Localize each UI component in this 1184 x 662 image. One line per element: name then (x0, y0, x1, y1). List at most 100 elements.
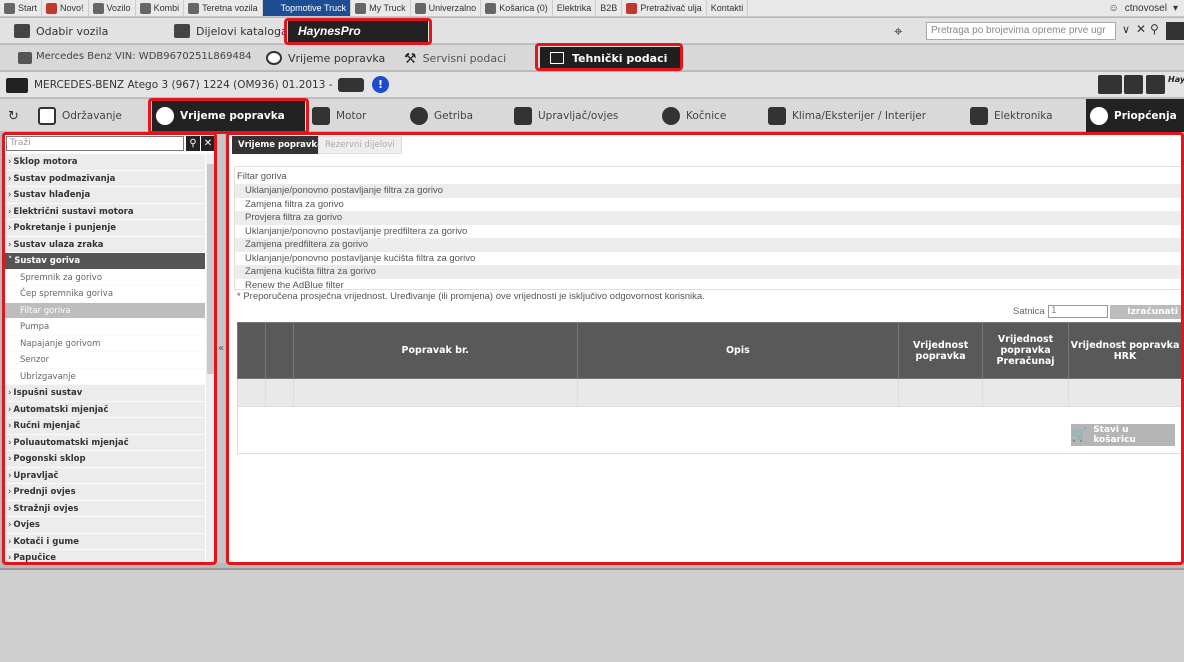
topnav-label: B2B (600, 3, 618, 13)
chevron-down-icon[interactable]: ∨ (1122, 23, 1130, 36)
sidebar-item[interactable]: › Pokretanje i punjenje (4, 220, 205, 237)
sidebar-search-input[interactable]: Traži (6, 136, 184, 151)
table-header[interactable] (264, 322, 294, 379)
sidebar-item[interactable]: › Ovjes (4, 517, 205, 534)
topnav-item-0[interactable]: Start (0, 0, 43, 16)
operation-item[interactable]: Zamjena kućišta filtra za gorivo (235, 265, 1181, 279)
category-motor[interactable]: Motor (312, 99, 366, 132)
operation-item[interactable]: Provjera filtra za gorivo (235, 211, 1181, 225)
table-row (237, 378, 1182, 407)
topnav-item-9[interactable]: Elektrika (553, 0, 597, 16)
topnav-item-3[interactable]: Kombi (136, 0, 185, 16)
engine-search-icon[interactable] (338, 78, 364, 92)
category-elektronika[interactable]: Elektronika (970, 99, 1053, 132)
sidebar-item[interactable]: › Prednji ovjes (4, 484, 205, 501)
email-icon[interactable] (1098, 75, 1122, 94)
operation-item[interactable]: Uklanjanje/ponovno postavljanje predfilt… (235, 225, 1181, 239)
grid-icon[interactable] (1146, 75, 1165, 94)
category-priopcenja[interactable]: Priopćenja (1086, 99, 1184, 132)
sidebar-item[interactable]: ˅ Sustav goriva (4, 253, 205, 270)
sidebar-item[interactable]: › Sustav ulaza zraka (4, 236, 205, 253)
search-icon[interactable]: ⚲ (186, 136, 200, 151)
vehicle-select-button[interactable]: Odabir vozila (14, 18, 108, 44)
tab-vrijeme-popravka[interactable]: Vrijeme popravka (232, 136, 329, 154)
sidebar-item-label: Sustav hlađenja (13, 190, 91, 200)
table-header[interactable] (237, 322, 266, 379)
sidebar-item[interactable]: › Automatski mjenjač (4, 401, 205, 418)
topnav-item-7[interactable]: Univerzalno (411, 0, 482, 16)
operation-item[interactable]: Zamjena predfiltera za gorivo (235, 238, 1181, 252)
table-header[interactable]: Vrijednost popravka (898, 322, 984, 379)
table-header[interactable]: Opis (576, 322, 900, 379)
sidebar-item[interactable]: Filtar goriva (4, 302, 205, 319)
scrollbar-thumb[interactable] (207, 164, 214, 374)
category-upravljac-ovjes[interactable]: Upravljač/ovjes (514, 99, 618, 132)
sidebar-item-label: Poluautomatski mjenjač (13, 437, 129, 448)
sidebar-item[interactable]: Čep spremnika goriva (4, 286, 205, 303)
haynespro-tab[interactable]: HaynesPro (288, 20, 428, 42)
topnav-item-8[interactable]: Košarica (0) (481, 0, 553, 16)
search-icon[interactable]: ⚲ (1150, 22, 1159, 36)
operation-item[interactable]: Zamjena filtra za gorivo (235, 198, 1181, 212)
target-icon[interactable]: ⌖ (894, 22, 902, 40)
technical-data-button[interactable]: Tehnički podaci (540, 47, 680, 69)
sidebar-item[interactable]: › Papučice (4, 550, 205, 562)
add-to-cart-button[interactable]: 🛒 Stavi u košaricu (1071, 424, 1175, 446)
sidebar-item[interactable]: Napajanje gorivom (4, 335, 205, 352)
topnav-item-5[interactable]: Topmotive Truck (262, 0, 352, 16)
clear-icon[interactable]: ✕ (1136, 22, 1146, 36)
sidebar-item[interactable]: Pumpa (4, 319, 205, 336)
topnav-item-11[interactable]: Pretraživač ulja (622, 0, 707, 16)
catalog-parts-button[interactable]: Dijelovi kataloga (174, 18, 288, 44)
equipment-search-input[interactable]: Pretraga po brojevima opreme prve ugr (926, 22, 1116, 40)
sidebar-item[interactable]: › Ispušni sustav (4, 385, 205, 402)
topnav-item-1[interactable]: Novo! (42, 0, 89, 16)
sidebar-item[interactable]: Ubrizgavanje (4, 368, 205, 385)
table-header[interactable]: Vrijednost popravka Preračunaj (982, 322, 1070, 379)
sidebar-item[interactable]: Senzor (4, 352, 205, 369)
sidebar-item[interactable]: › Sklop motora (4, 154, 205, 171)
topnav-item-12[interactable]: Kontakti (707, 0, 749, 16)
refresh-icon[interactable]: ↻ (8, 109, 19, 124)
close-icon[interactable]: ✕ (201, 136, 215, 151)
sidebar-scrollbar[interactable] (206, 154, 215, 562)
service-data-button[interactable]: ⚒ Servisni podaci (404, 45, 506, 71)
print-icon[interactable] (1124, 75, 1143, 94)
sidebar-item[interactable]: › Sustav hlađenja (4, 187, 205, 204)
sidebar-item[interactable]: › Ručni mjenjač (4, 418, 205, 435)
haynespro-logo-text: HaynesPro (298, 24, 361, 38)
sidebar-item-label: Kotači i gume (13, 536, 80, 547)
topnav-item-6[interactable]: My Truck (351, 0, 411, 16)
sidebar-item[interactable]: › Upravljač (4, 467, 205, 484)
category-odrzavanje[interactable]: Održavanje (38, 99, 122, 132)
sidebar-item[interactable]: › Poluautomatski mjenjač (4, 434, 205, 451)
table-header[interactable]: Popravak br. (292, 322, 578, 379)
sidebar-item[interactable]: › Kotači i gume (4, 533, 205, 550)
labor-rate-input[interactable]: 1 (1048, 305, 1108, 318)
sidebar-item[interactable]: Spremnik za gorivo (4, 269, 205, 286)
operation-item[interactable]: Renew the AdBlue filter (235, 279, 1181, 293)
sidebar-item[interactable]: › Stražnji ovjes (4, 500, 205, 517)
repair-times-button[interactable]: Vrijeme popravka (266, 45, 385, 71)
sidebar-item[interactable]: › Električni sustavi motora (4, 203, 205, 220)
table-header[interactable]: Vrijednost popravka HRK (1068, 322, 1182, 379)
calculate-button[interactable]: Izračunati (1110, 305, 1182, 319)
category-kocnice[interactable]: Kočnice (662, 99, 726, 132)
chevron-right-icon: › (8, 437, 12, 448)
sidebar-item[interactable]: › Sustav podmazivanja (4, 170, 205, 187)
collapse-sidebar-button[interactable]: « (217, 133, 225, 563)
info-icon[interactable]: ! (372, 76, 389, 93)
sidebar-item[interactable]: › Pogonski sklop (4, 451, 205, 468)
settings-icon[interactable] (1166, 22, 1184, 40)
sidebar-item-label: Papučice (13, 553, 57, 562)
category-getriba[interactable]: Getriba (410, 99, 473, 132)
topnav-item-2[interactable]: Vozilo (89, 0, 136, 16)
topnav-item-4[interactable]: Teretna vozila (184, 0, 263, 16)
tab-rezervni-dijelovi[interactable]: Rezervni dijelovi (318, 136, 402, 154)
operation-item[interactable]: Uklanjanje/ponovno postavljanje filtra z… (235, 184, 1181, 198)
topnav-item-10[interactable]: B2B (596, 0, 623, 16)
user-menu[interactable]: ☺ ctnovosel ▾ (1109, 0, 1179, 17)
category-vrijeme-popravka[interactable]: Vrijeme popravka (152, 99, 305, 132)
category-klima[interactable]: Klima/Eksterijer / Interijer (768, 99, 926, 132)
operation-item[interactable]: Uklanjanje/ponovno postavljanje kućišta … (235, 252, 1181, 266)
